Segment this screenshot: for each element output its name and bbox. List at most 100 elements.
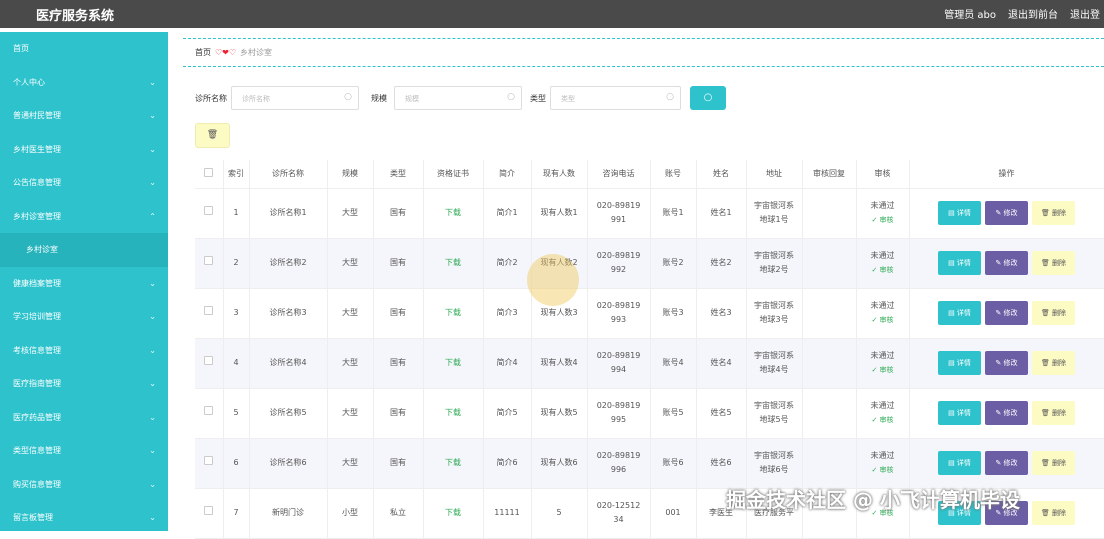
- phone-cell: 020-89819 996: [587, 438, 651, 489]
- row-select-cell: [195, 188, 224, 239]
- sidebar-item[interactable]: 乡村医生管理 ⌄: [0, 133, 168, 167]
- table-row: 2 诊所名称2 大型 国有 下载 简介2 现有人数2 020-89819 992 账号2 姓名2 宇宙…: [195, 238, 1104, 289]
- actions-cell: ▤ 详情 ✎ 修改 🗑 删除: [909, 238, 1104, 289]
- cert-cell[interactable]: 下载: [423, 288, 484, 339]
- chevron-icon: ⌄: [149, 144, 156, 154]
- select-all-checkbox[interactable]: [204, 168, 214, 178]
- logout-link[interactable]: 退出登: [1070, 6, 1100, 21]
- sidebar-item[interactable]: 购买信息管理 ⌄: [0, 468, 168, 502]
- sidebar-item[interactable]: 医疗指南管理 ⌄: [0, 367, 168, 401]
- row-checkbox[interactable]: [204, 256, 214, 265]
- audit-link[interactable]: ✓ 审核: [857, 213, 909, 227]
- column-header: 咨询电话: [587, 160, 651, 189]
- cert-cell[interactable]: 下载: [423, 338, 484, 389]
- sidebar-item[interactable]: 医疗药品管理 ⌄: [0, 401, 168, 435]
- cert-cell-text[interactable]: 下载: [445, 408, 461, 417]
- cert-cell[interactable]: 下载: [423, 238, 484, 289]
- audit-link[interactable]: ✓ 审核: [857, 363, 909, 377]
- intro-cell: 简介2: [483, 238, 532, 289]
- audit-status: 未通过: [870, 401, 895, 410]
- sidebar-item[interactable]: 普通村民管理 ⌄: [0, 99, 168, 133]
- sidebar-item-label: 乡村诊室管理: [13, 211, 61, 221]
- edit-button[interactable]: ✎ 修改: [985, 251, 1028, 275]
- clinic-name-input[interactable]: 诊所名称 ○: [231, 86, 359, 110]
- user-label[interactable]: 管理员 abo: [944, 6, 996, 21]
- delete-button[interactable]: 🗑 删除: [1032, 201, 1075, 225]
- audit-link[interactable]: ✓ 审核: [857, 413, 909, 427]
- delete-button[interactable]: 🗑 删除: [1032, 451, 1075, 475]
- scale-cell: 大型: [327, 288, 374, 339]
- actions-cell: ▤ 详情 ✎ 修改 🗑 删除: [909, 188, 1104, 239]
- type-placeholder: 类型: [561, 95, 575, 103]
- index-cell-text: 1: [233, 208, 239, 217]
- delete-button[interactable]: 🗑 删除: [1032, 251, 1075, 275]
- delete-button[interactable]: 🗑 删除: [1032, 501, 1075, 525]
- cert-cell[interactable]: 下载: [423, 188, 484, 239]
- row-checkbox[interactable]: [204, 506, 214, 515]
- cert-cell-text[interactable]: 下载: [445, 208, 461, 217]
- account-cell-text: 账号2: [662, 258, 684, 267]
- index-cell: 6: [223, 438, 250, 489]
- sidebar-item[interactable]: 类型信息管理 ⌄: [0, 434, 168, 468]
- cert-cell-text[interactable]: 下载: [445, 508, 461, 517]
- audit-link[interactable]: ✓ 审核: [857, 463, 909, 477]
- cert-cell-text[interactable]: 下载: [445, 358, 461, 367]
- row-select-cell: [195, 438, 224, 489]
- edit-button[interactable]: ✎ 修改: [985, 201, 1028, 225]
- goto-front-link[interactable]: 退出到前台: [1008, 6, 1058, 21]
- cert-cell-text[interactable]: 下载: [445, 458, 461, 467]
- row-checkbox[interactable]: [204, 206, 214, 215]
- sidebar-item[interactable]: 考核信息管理 ⌄: [0, 334, 168, 368]
- audit-link[interactable]: ✓ 审核: [857, 313, 909, 327]
- person-cell-text: 姓名5: [710, 408, 732, 417]
- intro-cell: 简介4: [483, 338, 532, 389]
- type-input[interactable]: 类型 ○: [550, 86, 681, 110]
- row-checkbox[interactable]: [204, 306, 214, 315]
- table-row: 1 诊所名称1 大型 国有 下载 简介1 现有人数1 020-89819 991 账号1 姓名1 宇宙…: [195, 188, 1104, 239]
- delete-button[interactable]: 🗑 删除: [1032, 301, 1075, 325]
- column-header: 地址: [746, 160, 803, 189]
- detail-button[interactable]: ▤ 详情: [938, 251, 981, 275]
- row-checkbox[interactable]: [204, 456, 214, 465]
- sidebar-item[interactable]: 乡村诊室管理 ⌃: [0, 200, 168, 234]
- sidebar-item[interactable]: 首页: [0, 32, 168, 66]
- clinic-name-cell: 诊所名称2: [249, 238, 328, 289]
- phone-line: 020-89819: [596, 301, 641, 310]
- sidebar-item-label: 公告信息管理: [13, 178, 61, 187]
- cert-cell[interactable]: 下载: [423, 438, 484, 489]
- sidebar-item[interactable]: 学习培训管理 ⌄: [0, 300, 168, 334]
- detail-button[interactable]: ▤ 详情: [938, 401, 981, 425]
- clinic-name-cell-text: 诊所名称5: [269, 408, 307, 417]
- edit-button[interactable]: ✎ 修改: [985, 401, 1028, 425]
- search-button[interactable]: ○: [690, 86, 726, 110]
- edit-button[interactable]: ✎ 修改: [985, 301, 1028, 325]
- clinic-name-cell: 诊所名称4: [249, 338, 328, 389]
- chevron-icon: ⌄: [149, 479, 156, 489]
- phone-line: 020-89819: [596, 251, 641, 260]
- detail-button[interactable]: ▤ 详情: [938, 301, 981, 325]
- sidebar-item[interactable]: 个人中心 ⌄: [0, 66, 168, 100]
- breadcrumb-home[interactable]: 首页: [195, 48, 211, 57]
- row-checkbox[interactable]: [204, 356, 214, 365]
- sidebar-item[interactable]: 公告信息管理 ⌄: [0, 166, 168, 200]
- edit-button[interactable]: ✎ 修改: [985, 451, 1028, 475]
- row-checkbox[interactable]: [204, 406, 214, 415]
- sidebar-item-label: 类型信息管理: [13, 446, 61, 455]
- phone-line: 020-12512: [596, 501, 641, 510]
- column-header: 审核回复: [802, 160, 857, 189]
- detail-button[interactable]: ▤ 详情: [938, 201, 981, 225]
- audit-link[interactable]: ✓ 审核: [857, 263, 909, 277]
- edit-button[interactable]: ✎ 修改: [985, 351, 1028, 375]
- sidebar-item[interactable]: 留言板管理 ⌄: [0, 501, 168, 535]
- sidebar-item[interactable]: 健康档案管理 ⌄: [0, 267, 168, 301]
- detail-button[interactable]: ▤ 详情: [938, 351, 981, 375]
- cert-cell-text[interactable]: 下载: [445, 308, 461, 317]
- detail-button[interactable]: ▤ 详情: [938, 451, 981, 475]
- cert-cell-text[interactable]: 下载: [445, 258, 461, 267]
- cert-cell[interactable]: 下载: [423, 388, 484, 439]
- delete-button[interactable]: 🗑 删除: [1032, 401, 1075, 425]
- batch-delete-button[interactable]: 🗑: [195, 123, 230, 148]
- delete-button[interactable]: 🗑 删除: [1032, 351, 1075, 375]
- sidebar-item[interactable]: 乡村诊室: [0, 233, 168, 267]
- scale-input[interactable]: 规模 ○: [394, 86, 522, 110]
